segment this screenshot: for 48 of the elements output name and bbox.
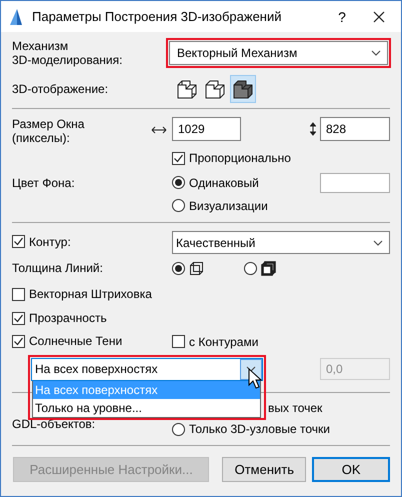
checkbox-label: Солнечные Тени xyxy=(29,334,122,348)
checkbox[interactable] xyxy=(12,334,25,348)
thin-cube-icon xyxy=(189,260,204,276)
chevron-icon xyxy=(371,50,381,56)
width-arrow-icon xyxy=(151,126,167,134)
radio-button[interactable] xyxy=(172,422,185,436)
radio-button[interactable] xyxy=(172,176,185,189)
radio-label: Одинаковый xyxy=(189,176,259,190)
radio-label: Только 3D-узловые точки xyxy=(189,422,330,436)
dropdown-option[interactable]: Только на уровне... xyxy=(33,398,260,416)
height-arrow-icon xyxy=(310,122,316,136)
window-title: Параметры Построения 3D-изображений xyxy=(32,9,283,24)
contour-dropdown[interactable]: Качественный xyxy=(172,231,390,254)
checkbox-label: Пропорционально xyxy=(189,151,291,165)
shadow-dropdown[interactable]: На всех поверхностях xyxy=(31,358,263,380)
chevron-icon xyxy=(373,240,383,246)
width-input[interactable]: 1029 xyxy=(172,117,241,141)
chevron-icon xyxy=(246,366,256,372)
color-swatch[interactable] xyxy=(320,173,390,193)
field-label: Механизм 3D-моделирования: xyxy=(12,39,124,67)
field-label: GDL-объектов: xyxy=(12,416,96,430)
checkbox[interactable] xyxy=(12,235,25,248)
dialog-button[interactable]: OK xyxy=(312,456,390,482)
checkbox[interactable] xyxy=(12,312,25,324)
checkbox-label: Векторная Штриховка xyxy=(29,287,152,301)
radio-label: вых точек xyxy=(268,400,324,416)
engine-dropdown[interactable]: Векторный Механизм xyxy=(169,41,388,65)
app-logo-icon xyxy=(9,8,23,26)
checkbox[interactable] xyxy=(172,152,185,164)
field-label: Размер Окна (пикселы): xyxy=(12,117,86,145)
checkbox-label: Контур: xyxy=(29,234,71,249)
dialog-button[interactable]: Отменить xyxy=(222,456,306,482)
checkbox[interactable] xyxy=(172,335,185,348)
checkbox-label: с Контурами xyxy=(189,334,258,349)
radio-button[interactable] xyxy=(244,262,257,274)
radio-button[interactable] xyxy=(172,199,185,212)
close-icon[interactable] xyxy=(373,10,385,22)
thick-cube-icon xyxy=(261,260,276,276)
radio-button[interactable] xyxy=(172,262,185,274)
field-label: 3D-отображение: xyxy=(12,82,110,96)
radio-label: Визуализации xyxy=(189,198,268,212)
height-input[interactable]: 828 xyxy=(320,117,390,141)
view-mode-button[interactable] xyxy=(230,75,256,103)
checkbox[interactable] xyxy=(12,288,25,300)
help-button[interactable]: ? xyxy=(319,8,365,24)
field-label: Толщина Линий: xyxy=(12,261,104,275)
field-label: Цвет Фона: xyxy=(12,176,76,190)
checkbox-label: Прозрачность xyxy=(29,311,107,325)
